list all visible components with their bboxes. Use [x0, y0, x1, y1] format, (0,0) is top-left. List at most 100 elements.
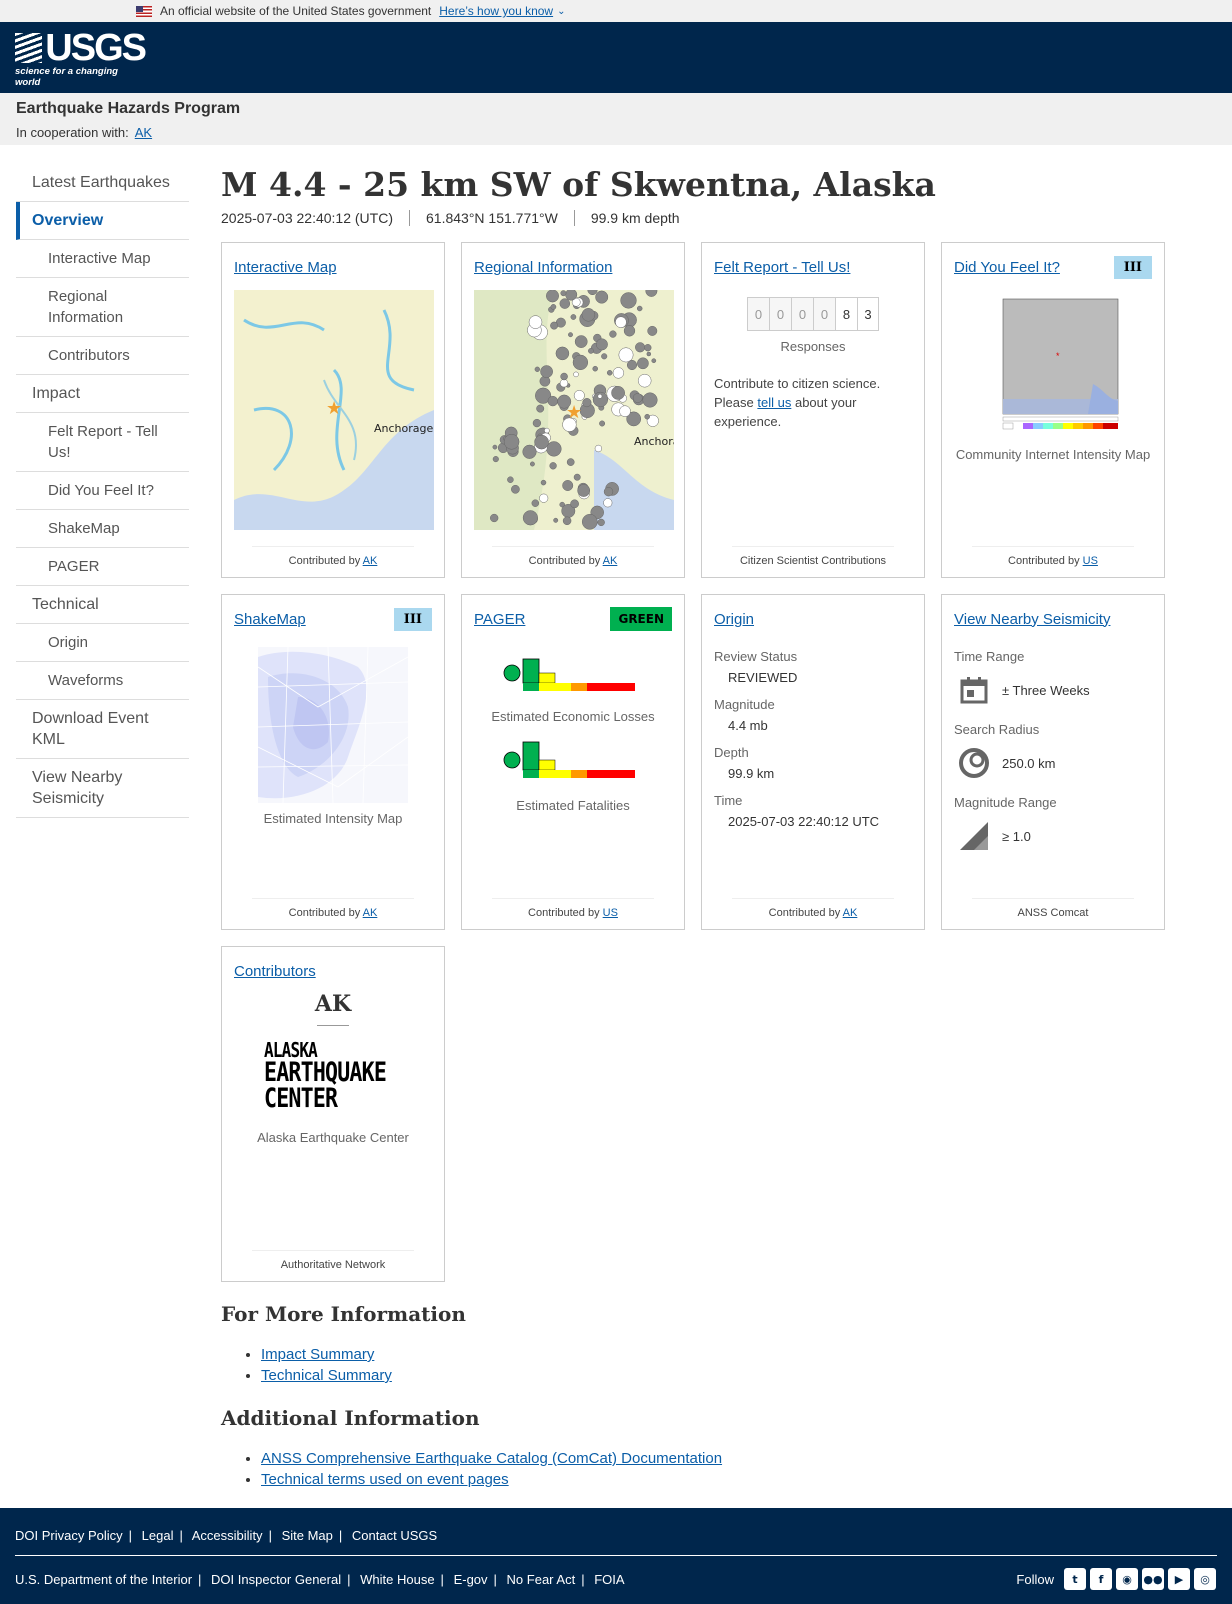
shakemap-thumbnail[interactable]	[257, 646, 409, 804]
footer-sitemap[interactable]: Site Map	[282, 1528, 333, 1543]
dyfi-link[interactable]: Did You Feel It?	[954, 259, 1060, 276]
footer-accessibility[interactable]: Accessibility	[192, 1528, 263, 1543]
shakemap-intensity-badge: III	[393, 607, 432, 631]
nav-waveforms[interactable]: Waveforms	[16, 662, 189, 700]
contrib-network-link[interactable]: AK	[603, 555, 618, 567]
main-content: M 4.4 - 25 km SW of Skwentna, Alaska 202…	[221, 164, 1176, 1490]
nav-impact[interactable]: Impact	[16, 375, 189, 413]
seismicity-dot	[560, 372, 568, 381]
footer-privacy[interactable]: DOI Privacy Policy	[15, 1528, 123, 1543]
comcat-docs-link[interactable]: ANSS Comprehensive Earthquake Catalog (C…	[261, 1450, 722, 1467]
card-regional-information[interactable]: Regional Information Anchorag ★ Contribu…	[461, 242, 685, 578]
contrib-network-link[interactable]: AK	[843, 907, 858, 919]
nav-nearby-seismicity[interactable]: View Nearby Seismicity	[16, 759, 189, 818]
footer-links-row2: U.S. Department of the Interior | DOI Ins…	[15, 1572, 625, 1587]
seismicity-dot	[582, 398, 592, 408]
nav-pager[interactable]: PAGER	[16, 548, 189, 586]
nav-contributors[interactable]: Contributors	[16, 337, 189, 375]
github-icon[interactable]: ◉	[1116, 1568, 1138, 1590]
contributors-link[interactable]: Contributors	[234, 963, 316, 980]
magnitude-value: 4.4 mb	[728, 718, 768, 733]
footer-inspector[interactable]: DOI Inspector General	[211, 1572, 341, 1587]
card-shakemap[interactable]: ShakeMap III Estimated Intensity Map Cont…	[221, 594, 445, 930]
flickr-icon[interactable]: ●●	[1142, 1568, 1164, 1590]
footer-foia[interactable]: FOIA	[594, 1572, 624, 1587]
interactive-map-thumbnail[interactable]: Anchorage ★	[234, 290, 434, 530]
nearby-seismicity-link[interactable]: View Nearby Seismicity	[954, 611, 1110, 628]
nav-download-kml[interactable]: Download Event KML	[16, 700, 189, 759]
footer-legal[interactable]: Legal	[142, 1528, 174, 1543]
seismicity-dot	[632, 393, 643, 403]
seismicity-dot	[601, 353, 608, 360]
seismicity-dot	[540, 365, 553, 378]
seismicity-dot	[620, 292, 637, 309]
impact-summary-link[interactable]: Impact Summary	[261, 1346, 374, 1363]
footer-nofear[interactable]: No Fear Act	[507, 1572, 576, 1587]
contrib-network-link[interactable]: AK	[363, 555, 378, 567]
coop-link[interactable]: AK	[135, 125, 152, 140]
shakemap-link[interactable]: ShakeMap	[234, 611, 306, 628]
dyfi-map-thumbnail[interactable]: *	[983, 289, 1123, 439]
contrib-network-link[interactable]: AK	[363, 907, 378, 919]
instagram-icon[interactable]: ◎	[1194, 1568, 1216, 1590]
twitter-icon[interactable]: t	[1064, 1568, 1086, 1590]
footer-egov[interactable]: E-gov	[454, 1572, 488, 1587]
coop-label: In cooperation with:	[16, 125, 129, 140]
divider	[317, 1025, 349, 1026]
nav-interactive-map[interactable]: Interactive Map	[16, 240, 189, 278]
nav-dyfi[interactable]: Did You Feel It?	[16, 472, 189, 510]
seismicity-dot	[566, 458, 575, 466]
regional-epicenter-star-icon: ★	[566, 402, 582, 422]
additional-info-list: ANSS Comprehensive Earthquake Catalog (C…	[261, 1448, 1176, 1490]
interactive-map-link[interactable]: Interactive Map	[234, 259, 337, 276]
regional-map-thumbnail[interactable]: Anchorag ★	[474, 290, 674, 530]
contrib-network-link[interactable]: US	[603, 907, 618, 919]
pager-link[interactable]: PAGER	[474, 611, 525, 628]
seismicity-dot	[522, 444, 537, 459]
regional-information-link[interactable]: Regional Information	[474, 259, 612, 276]
seismicity-dot	[612, 367, 625, 379]
card-felt-report[interactable]: Felt Report - Tell Us! 0 0 0 0 8 3 Respo…	[701, 242, 925, 578]
card-interactive-map[interactable]: Interactive Map Anchorage ★ Contributed …	[221, 242, 445, 578]
logo-word: USGS	[45, 27, 147, 69]
usgs-logo[interactable]: USGS science for a changing world	[15, 27, 147, 88]
nearby-footer: ANSS Comcat	[972, 898, 1134, 919]
facebook-icon[interactable]: f	[1090, 1568, 1112, 1590]
time-range-value: ± Three Weeks	[1002, 682, 1090, 698]
nav-shakemap[interactable]: ShakeMap	[16, 510, 189, 548]
card-pager[interactable]: PAGER GREEN Estimated Economic Losses Est…	[461, 594, 685, 930]
contrib-label: Contributed by	[288, 555, 361, 567]
contrib-network-link[interactable]: US	[1083, 555, 1098, 567]
event-depth: 99.9 km depth	[573, 210, 696, 226]
nav-origin[interactable]: Origin	[16, 624, 189, 662]
event-title: M 4.4 - 25 km SW of Skwentna, Alaska	[221, 165, 936, 204]
nav-latest-earthquakes[interactable]: Latest Earthquakes	[16, 164, 189, 202]
card-contributors[interactable]: Contributors AK ALASKA EARTHQUAKE CENTER…	[221, 946, 445, 1282]
seismicity-dot	[623, 325, 636, 337]
card-nearby-seismicity[interactable]: View Nearby Seismicity Time Range ± Thre…	[941, 594, 1165, 930]
counter-digit: 3	[857, 297, 879, 331]
how-you-know-link[interactable]: Here’s how you know	[439, 4, 553, 18]
seismicity-dot	[642, 392, 658, 408]
card-dyfi[interactable]: Did You Feel It? III * Community Internet…	[941, 242, 1165, 578]
tell-us-link[interactable]: tell us	[757, 395, 791, 410]
footer-doi[interactable]: U.S. Department of the Interior	[15, 1572, 192, 1587]
card-origin[interactable]: Origin Review Status REVIEWED Magnitude 4.…	[701, 594, 925, 930]
counter-digit: 0	[791, 297, 813, 331]
felt-report-link[interactable]: Felt Report - Tell Us!	[714, 259, 850, 276]
nav-technical[interactable]: Technical	[16, 586, 189, 624]
footer-whitehouse[interactable]: White House	[360, 1572, 434, 1587]
seismicity-dot	[534, 434, 549, 450]
social-links: Follow t f ◉ ●● ▶ ◎	[1016, 1568, 1216, 1590]
nav-overview[interactable]: Overview	[16, 202, 189, 240]
footer-contact[interactable]: Contact USGS	[352, 1528, 437, 1543]
youtube-icon[interactable]: ▶	[1168, 1568, 1190, 1590]
origin-link[interactable]: Origin	[714, 611, 754, 628]
seismicity-dot	[588, 348, 594, 354]
technical-summary-link[interactable]: Technical Summary	[261, 1367, 392, 1384]
technical-terms-link[interactable]: Technical terms used on event pages	[261, 1471, 509, 1488]
nav-felt-report[interactable]: Felt Report - Tell Us!	[16, 413, 189, 472]
chevron-down-icon: ⌄	[557, 5, 566, 17]
nav-regional-information[interactable]: Regional Information	[16, 278, 189, 337]
seismicity-dot	[555, 346, 570, 361]
